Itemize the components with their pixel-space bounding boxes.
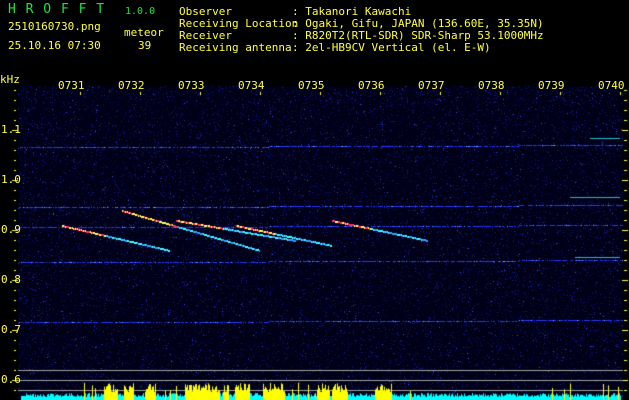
x-tick-label: 0732 [118,79,145,92]
x-tick-label: 0733 [178,79,205,92]
x-tick-label: 0736 [358,79,385,92]
x-tick-label: 0740 [598,79,625,92]
x-tick-label: 0734 [238,79,265,92]
app-version: 1.0.0 [125,6,156,17]
x-tick-label: 0738 [478,79,505,92]
x-tick-label: 0735 [298,79,325,92]
x-tick-label: 0739 [538,79,565,92]
app-name: H R O F F T [8,2,106,17]
meteor-label: meteor [124,26,164,39]
y-tick-label: 1.0 [1,173,21,186]
filename: 2510160730.png [8,20,101,33]
spectrogram [0,0,629,400]
y-tick-label: 1.1 [1,123,21,136]
y-tick-label: 0.7 [1,323,21,336]
y-tick-label: 0.9 [1,223,21,236]
x-tick-label: 0731 [58,79,85,92]
datetime: 25.10.16 07:30 [8,39,101,52]
x-tick-label: 0737 [418,79,445,92]
y-axis-unit: kHz [0,73,20,86]
y-tick-label: 0.8 [1,273,21,286]
meteor-count: 39 [138,39,152,52]
info-value: : 2el-HB9CV Vertical (el. E-W) [292,41,491,54]
y-tick-label: 0.6 [1,373,21,386]
info-label: Receiving antenna [179,41,292,54]
